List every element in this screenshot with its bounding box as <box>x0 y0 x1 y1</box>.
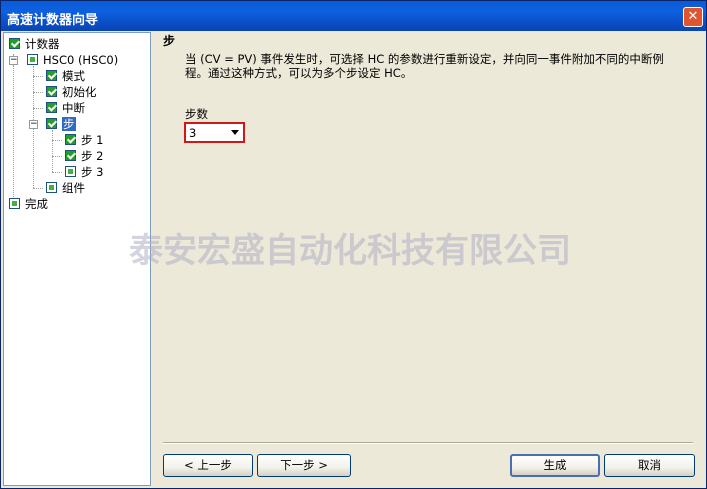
next-button[interactable]: 下一步 > <box>257 454 351 477</box>
checkbox-partial-icon <box>9 198 20 209</box>
tree-item-hsc0[interactable]: HSC0 (HSC0) <box>27 53 118 68</box>
checkbox-partial-icon <box>27 54 38 65</box>
tree-item-label: 计数器 <box>25 37 60 51</box>
tree-item-label: 组件 <box>62 181 85 195</box>
cancel-button[interactable]: 取消 <box>604 454 695 477</box>
steps-count-select[interactable]: 3 <box>184 122 245 143</box>
tree-item-init[interactable]: 初始化 <box>46 85 97 100</box>
tree-line <box>52 130 53 172</box>
title-bar: 高速计数器向导 ✕ <box>1 1 706 31</box>
tree-item-component[interactable]: 组件 <box>46 181 85 196</box>
close-button[interactable]: ✕ <box>683 7 703 27</box>
generate-button[interactable]: 生成 <box>510 454 600 477</box>
checkbox-checked-icon <box>9 38 20 49</box>
prev-button[interactable]: < 上一步 <box>163 454 253 477</box>
dropdown-arrow-icon[interactable] <box>231 130 239 135</box>
tree-item-finish[interactable]: 完成 <box>9 197 48 212</box>
tree-item-mode[interactable]: 模式 <box>46 69 85 84</box>
window-title: 高速计数器向导 <box>7 13 99 28</box>
tree-item-label: 步 3 <box>81 165 104 179</box>
tree-item-counter[interactable]: 计数器 <box>9 37 60 52</box>
steps-count-value: 3 <box>189 126 197 140</box>
collapse-glyph: − <box>10 55 18 65</box>
tree-line <box>13 65 14 205</box>
tree-item-label: 初始化 <box>62 85 97 99</box>
checkbox-checked-icon <box>46 118 57 129</box>
checkbox-checked-icon <box>65 134 76 145</box>
tree-item-label: 步 1 <box>81 133 104 147</box>
checkbox-partial-icon <box>65 166 76 177</box>
tree-line <box>52 172 62 173</box>
tree-item-label: 中断 <box>62 101 85 115</box>
tree-item-step-2[interactable]: 步 2 <box>65 149 103 164</box>
collapse-icon[interactable]: − <box>9 56 18 65</box>
tree-item-step[interactable]: 步 <box>46 117 76 132</box>
tree-item-step-3[interactable]: 步 3 <box>65 165 103 180</box>
steps-label: 步数 <box>185 107 208 121</box>
tree-line <box>33 188 43 189</box>
wizard-window: 高速计数器向导 ✕ 计数器 − HSC0 (HSC0) 模式 初始化 中断 − … <box>0 0 707 489</box>
checkbox-checked-icon <box>46 102 57 113</box>
tree-item-interrupt[interactable]: 中断 <box>46 101 85 116</box>
close-icon: ✕ <box>687 9 699 24</box>
collapse-icon[interactable]: − <box>29 120 38 129</box>
tree-line <box>33 76 43 77</box>
tree-line <box>33 92 43 93</box>
tree-line <box>33 108 43 109</box>
tree-item-label: 模式 <box>62 69 85 83</box>
page-description: 当 (CV = PV) 事件发生时，可选择 HC 的参数进行重新设定，并向同一事… <box>185 52 664 80</box>
tree-item-label: 完成 <box>25 197 48 211</box>
collapse-glyph: − <box>30 119 38 129</box>
checkbox-checked-icon <box>46 86 57 97</box>
tree-item-label: 步 2 <box>81 149 104 163</box>
page-title: 步 <box>163 34 176 48</box>
watermark: 泰安宏盛自动化科技有限公司 <box>129 231 571 271</box>
tree-line <box>52 140 62 141</box>
tree-line <box>52 156 62 157</box>
tree-item-label: 步 <box>62 117 76 131</box>
checkbox-partial-icon <box>46 182 57 193</box>
tree-item-label: HSC0 (HSC0) <box>43 53 119 67</box>
tree-item-step-1[interactable]: 步 1 <box>65 133 103 148</box>
checkbox-checked-icon <box>65 150 76 161</box>
button-separator <box>163 442 693 444</box>
checkbox-checked-icon <box>46 70 57 81</box>
